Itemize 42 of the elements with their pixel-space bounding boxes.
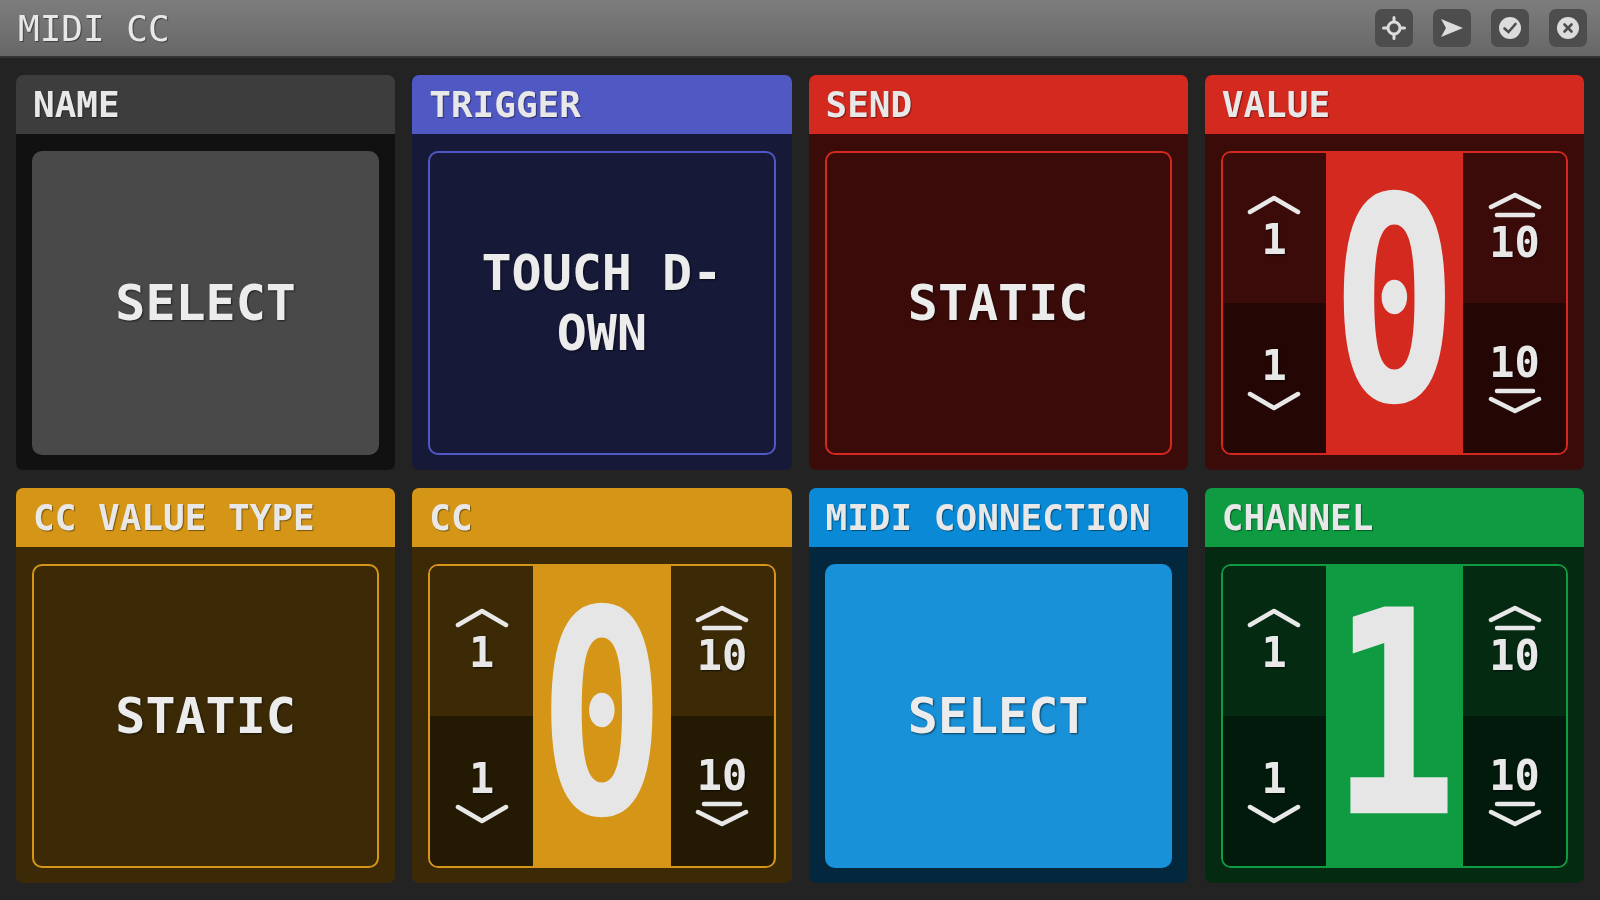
- option-button[interactable]: STATIC: [824, 151, 1172, 455]
- chevron-up-icon: [1247, 195, 1302, 215]
- chevron-down-icon: [1247, 804, 1302, 824]
- chevron-up-bar-icon: [1487, 605, 1542, 631]
- card-header: TRIGGER: [412, 75, 792, 134]
- stepper-value: 0: [1325, 153, 1463, 453]
- card-header: CC VALUE TYPE: [16, 488, 396, 547]
- chevron-down-icon: [1247, 391, 1302, 411]
- select-button[interactable]: SELECT: [32, 151, 380, 455]
- chevron-up-bar-icon: [1487, 192, 1542, 218]
- decrement-button[interactable]: 1: [1222, 716, 1326, 866]
- decrement-button[interactable]: 10: [1463, 716, 1566, 866]
- decrement-button[interactable]: 1: [1222, 303, 1326, 453]
- send-button[interactable]: [1433, 9, 1471, 47]
- chevron-up-icon: [1247, 608, 1302, 628]
- chevron-up-bar-icon: [695, 605, 749, 631]
- send-icon: [1440, 16, 1464, 40]
- chevron-up-icon: [454, 608, 509, 628]
- chevron-down-icon: [454, 804, 509, 824]
- decrement-button[interactable]: 10: [670, 716, 774, 866]
- stepper-value: 1: [1325, 566, 1463, 866]
- confirm-button[interactable]: [1491, 9, 1529, 47]
- card-header: VALUE: [1204, 75, 1584, 134]
- chevron-down-bar-icon: [1487, 388, 1542, 414]
- close-icon: [1556, 16, 1580, 40]
- decrement-button[interactable]: 1: [430, 716, 534, 866]
- check-circle-icon: [1498, 16, 1522, 40]
- crosshair-icon: [1382, 16, 1406, 40]
- card-header: CC: [412, 488, 792, 547]
- chevron-down-bar-icon: [695, 801, 749, 827]
- card-header: CHANNEL: [1204, 488, 1584, 547]
- chevron-down-bar-icon: [1487, 801, 1542, 827]
- card-header: NAME: [16, 75, 396, 134]
- card-header: SEND: [808, 75, 1188, 134]
- window-title: MIDI CC: [18, 7, 171, 49]
- crosshair-button[interactable]: [1375, 9, 1413, 47]
- decrement-button[interactable]: 10: [1463, 303, 1566, 453]
- card-header: MIDI CONNECTION: [808, 488, 1188, 547]
- close-button[interactable]: [1549, 9, 1587, 47]
- option-button[interactable]: TOUCH D-OWN: [428, 151, 776, 455]
- stepper-value: 0: [533, 566, 671, 866]
- option-button[interactable]: STATIC: [32, 564, 380, 868]
